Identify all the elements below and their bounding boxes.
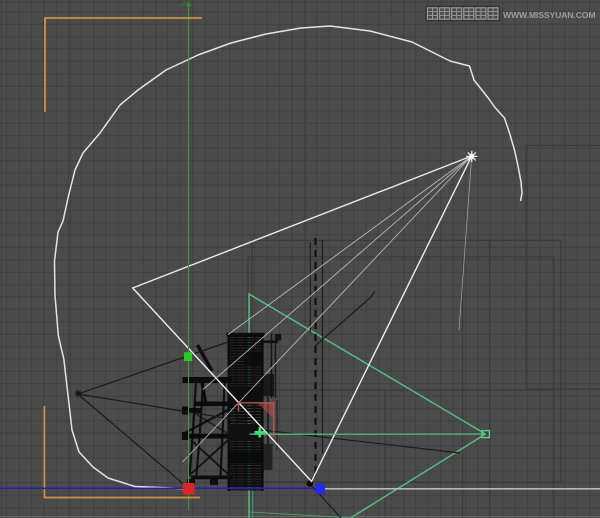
svg-text:WWW.MISSYUAN.COM: WWW.MISSYUAN.COM bbox=[503, 10, 595, 20]
